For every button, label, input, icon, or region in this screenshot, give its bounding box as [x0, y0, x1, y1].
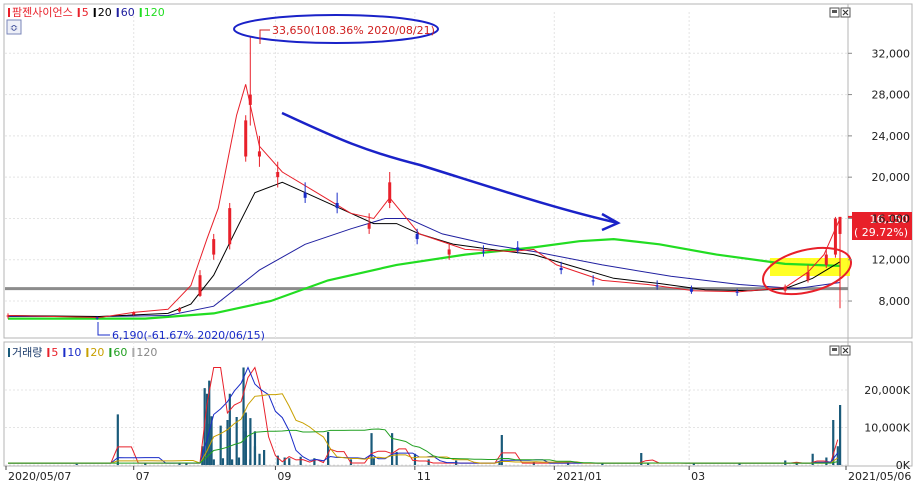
price-tick-label: 8,000 [879, 295, 911, 308]
volume-bar [219, 425, 222, 465]
svg-text:≎: ≎ [10, 23, 18, 34]
volume-panel-close-icon[interactable] [840, 345, 851, 356]
volume-bar [235, 417, 238, 465]
volume-bar [249, 418, 252, 465]
legend-entry: 팜젠사이언스 [12, 6, 73, 19]
date-tick-label: 07 [136, 470, 150, 483]
high-price-label: 33,650(108.36% 2020/08/21) [272, 24, 435, 37]
legend-entry: 120 [144, 6, 165, 19]
date-tick-label: 2021/01 [556, 470, 602, 483]
volume-bar [283, 457, 286, 465]
volume-bar [226, 420, 229, 465]
price-tick-label: 16,000 [872, 212, 911, 225]
volume-bar [263, 450, 266, 465]
legend-entry: 60 [121, 6, 135, 19]
stock-chart-window: 33,650(108.36% 2020/08/21) 6,190(-61.67%… [0, 0, 916, 484]
volume-bar [839, 405, 842, 465]
volume-bar [370, 433, 373, 465]
current-price-change: ( 29.72%) [854, 226, 908, 239]
candle [833, 216, 837, 258]
legend-entry: 120 [136, 346, 157, 359]
date-tick-label: 09 [277, 470, 291, 483]
volume-tick-label: 20,000K [864, 384, 910, 397]
volume-bar [237, 457, 241, 465]
price-tick-label: 20,000 [872, 171, 911, 184]
volume-panel [3, 341, 913, 467]
breakout-highlight [770, 258, 850, 276]
price-panel-close-icon[interactable] [840, 7, 851, 18]
legend-entry: 60 [113, 346, 127, 359]
date-tick-label: 03 [691, 470, 705, 483]
volume-bar [299, 456, 302, 465]
price-tick-label: 12,000 [872, 254, 911, 267]
price-tick-label: 32,000 [872, 47, 911, 60]
price-tick-label: 24,000 [872, 130, 911, 143]
legend-entry: 5 [51, 346, 58, 359]
volume-bar [327, 432, 330, 465]
volume-bar [253, 431, 257, 465]
date-tick-label: 2021/05/06 [848, 470, 911, 483]
volume-bar [258, 453, 261, 465]
settings-icon[interactable]: ≎ [6, 19, 22, 35]
volume-tick-label: 10,000K [864, 422, 910, 435]
candle [244, 115, 248, 162]
chart-canvas: 33,650(108.36% 2020/08/21) 6,190(-61.67%… [3, 3, 913, 483]
low-price-label: 6,190(-61.67% 2020/06/15) [112, 329, 265, 342]
date-tick-label: 11 [417, 470, 431, 483]
date-axis-ticks: 2020/05/07 07 09 11 2021/01 03 2021/05/06 [5, 466, 911, 483]
volume-bar [75, 463, 78, 465]
volume-bar [228, 393, 231, 465]
price-panel-restore-icon[interactable] [829, 7, 840, 18]
legend-entry: 5 [82, 6, 89, 19]
legend-entry: 20 [98, 6, 112, 19]
candle [228, 202, 232, 250]
legend-entry: 20 [90, 346, 104, 359]
volume-bar [231, 459, 234, 465]
legend-entry: 10 [67, 346, 81, 359]
date-tick-label: 2020/05/07 [8, 470, 71, 483]
volume-bar [212, 459, 215, 465]
volume-bar [288, 458, 291, 465]
volume-panel-restore-icon[interactable] [829, 345, 840, 356]
legend-entry: 거래량 [12, 346, 42, 359]
price-tick-label: 28,000 [872, 89, 911, 102]
volume-bar [144, 463, 147, 465]
volume-bar [372, 458, 375, 465]
volume-bar [221, 458, 225, 465]
